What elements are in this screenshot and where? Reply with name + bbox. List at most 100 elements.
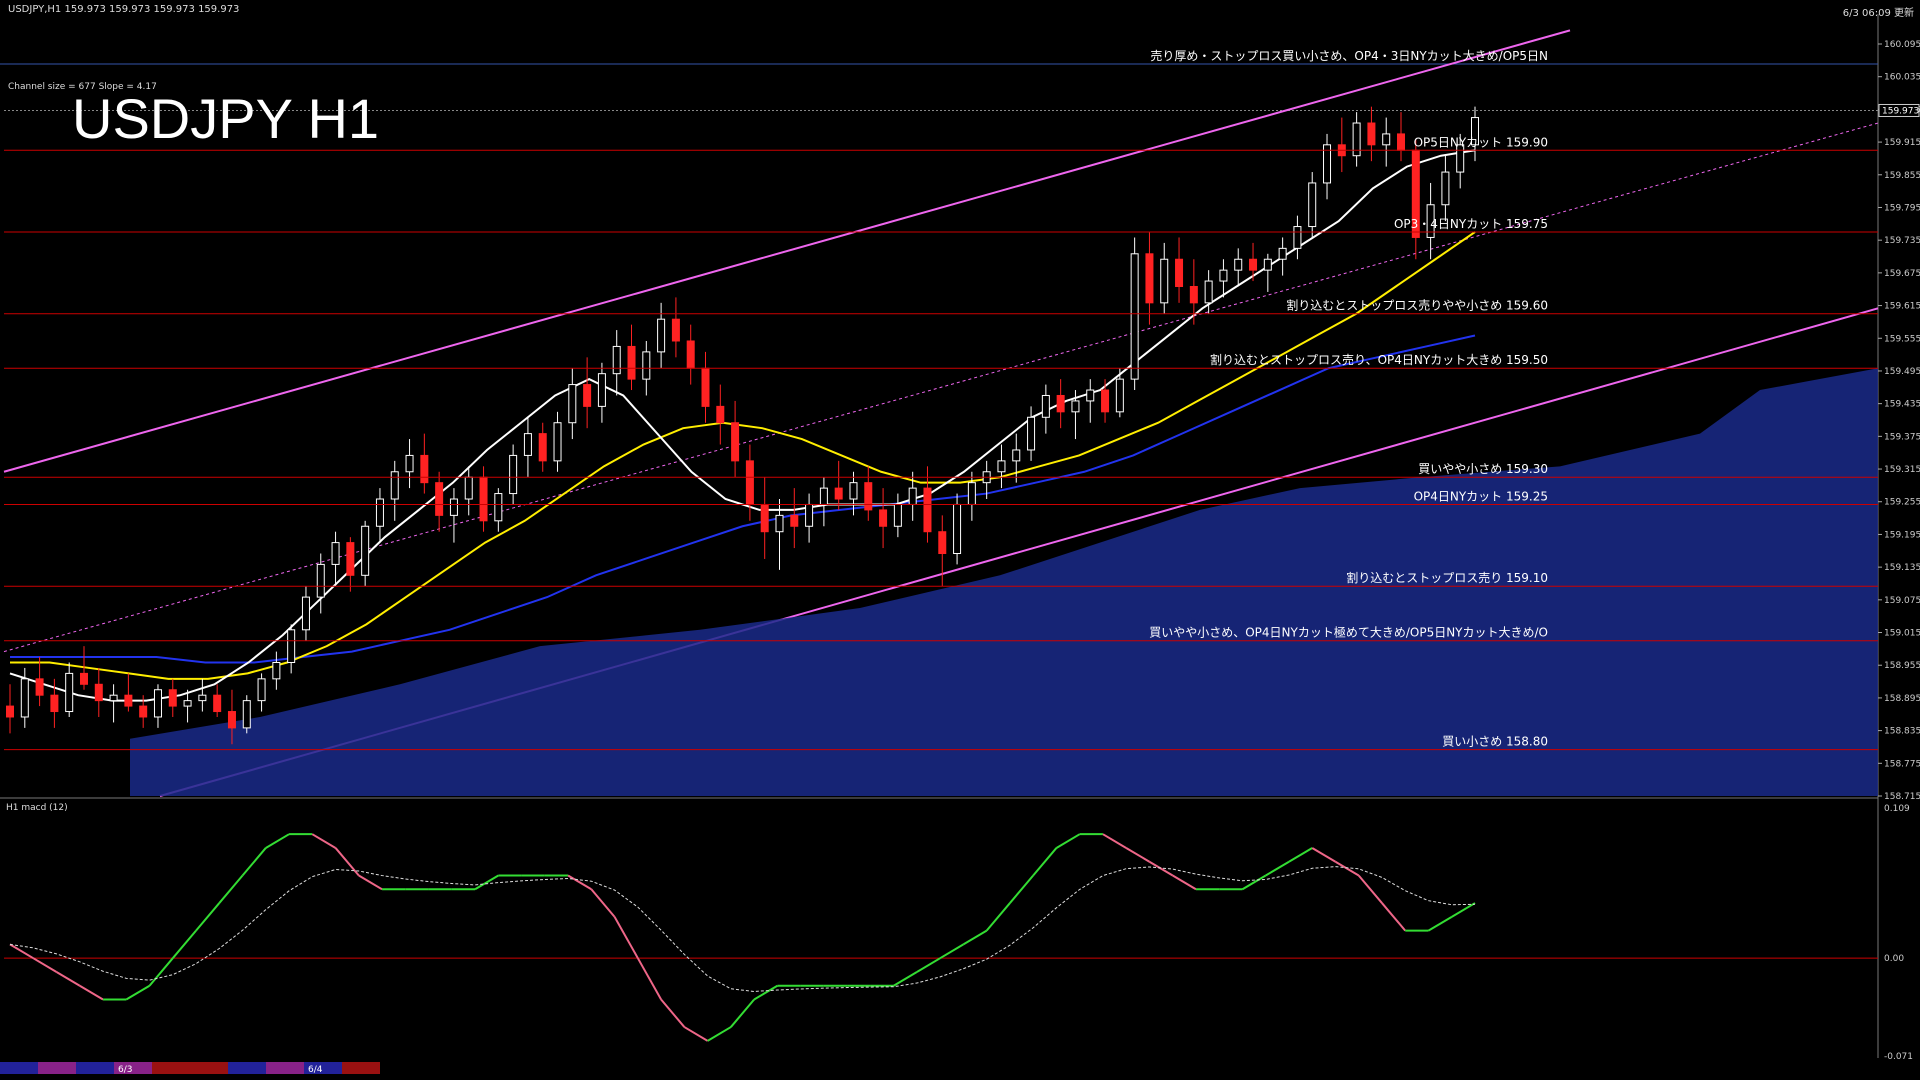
y-tick-label: 159.555 — [1884, 334, 1920, 344]
symbol-info: USDJPY,H1 159.973 159.973 159.973 159.97… — [8, 4, 240, 15]
candle-body — [1382, 133, 1391, 146]
candle-body — [1130, 253, 1139, 380]
level-label: 買いやや小さめ、OP4日NYカット極めて大きめ/OP5日NYカット大きめ/O — [1149, 625, 1548, 640]
candle-body — [1027, 416, 1036, 451]
macd-tick-label: -0.071 — [1884, 1052, 1913, 1062]
candle-body — [1041, 394, 1050, 418]
candle-body — [242, 700, 251, 729]
level-label: 割り込むとストップロス売り、OP4日NYカット大きめ 159.50 — [1210, 352, 1548, 367]
y-tick-label: 159.315 — [1884, 465, 1920, 475]
candle-body — [183, 700, 192, 707]
candle-body — [227, 711, 236, 729]
candle-body — [1263, 258, 1272, 271]
candle-body — [1397, 133, 1406, 151]
candle-body — [627, 345, 636, 380]
candle-body — [716, 405, 725, 424]
current-price-label: 159.973 — [1882, 106, 1919, 116]
candle-body — [198, 694, 207, 702]
candle-body — [597, 373, 606, 407]
candle-body — [938, 531, 947, 555]
y-tick-label: 158.715 — [1884, 792, 1920, 802]
candle-body — [435, 482, 444, 516]
candle-body — [6, 705, 14, 718]
candle-body — [642, 351, 651, 380]
candle-body — [701, 367, 710, 407]
candle-body — [139, 705, 148, 718]
candle-body — [479, 476, 488, 522]
indicator-label: H1 macd (12) — [6, 803, 68, 813]
candle-body — [1115, 378, 1124, 413]
level-label: 割り込むとストップロス売りやや小さめ 159.60 — [1286, 298, 1548, 313]
candle-body — [612, 345, 621, 375]
y-tick-label: 158.955 — [1884, 661, 1920, 671]
candle-body — [301, 596, 310, 631]
candle-body — [1160, 258, 1169, 304]
chart-canvas: OP5日NYカット 159.90 OP3・4日NYカット 159.75 割り込むとス… — [0, 0, 1920, 1080]
y-tick-label: 159.855 — [1884, 171, 1920, 181]
candle-body — [1367, 122, 1376, 146]
y-tick-label: 159.915 — [1884, 138, 1920, 148]
candle-body — [405, 454, 414, 473]
candle-body — [331, 542, 340, 565]
candle-body — [1441, 171, 1450, 206]
candle-body — [583, 384, 592, 407]
candle-body — [1219, 269, 1228, 282]
candle-body — [879, 509, 888, 527]
candle-body — [316, 563, 325, 598]
date-bar-segment — [228, 1062, 266, 1074]
y-tick-label: 159.435 — [1884, 400, 1920, 410]
candle-body — [20, 678, 29, 718]
candle-body — [65, 672, 74, 713]
y-tick-label: 158.775 — [1884, 759, 1920, 769]
candle-body — [790, 514, 799, 527]
candle-body — [1012, 449, 1021, 462]
candle-body — [346, 542, 355, 576]
level-label: OP3・4日NYカット 159.75 — [1394, 217, 1548, 231]
candle-body — [1234, 258, 1243, 271]
candle-body — [671, 318, 680, 342]
candle-body — [686, 340, 695, 369]
candle-body — [153, 689, 162, 718]
candle-body — [464, 476, 473, 500]
candle-body — [553, 422, 562, 462]
candle-body — [568, 384, 577, 424]
level-label: 買いやや小さめ 159.30 — [1418, 462, 1548, 476]
candle-body — [1086, 389, 1095, 402]
candle-body — [731, 422, 740, 462]
y-tick-label: 159.015 — [1884, 629, 1920, 639]
candle-body — [361, 525, 370, 576]
candle-body — [967, 482, 976, 505]
candle-body — [523, 433, 532, 456]
y-tick-label: 159.195 — [1884, 530, 1920, 540]
candle-body — [1293, 226, 1302, 249]
candle-body — [1175, 258, 1184, 287]
chart-title: USDJPY H1 — [72, 87, 380, 150]
macd-tick-label: 0.00 — [1884, 954, 1904, 964]
candle-body — [1352, 122, 1361, 157]
candle-body — [35, 678, 44, 696]
candle-body — [390, 471, 399, 500]
y-tick-label: 158.895 — [1884, 694, 1920, 704]
candle-body — [805, 503, 814, 527]
candle-body — [509, 454, 518, 495]
candle-body — [109, 694, 118, 702]
candle-body — [908, 487, 917, 505]
y-tick-label: 158.835 — [1884, 727, 1920, 737]
date-bar-segment — [342, 1062, 380, 1074]
candle-body — [1189, 285, 1198, 304]
candle-body — [657, 318, 666, 353]
y-tick-label: 159.075 — [1884, 596, 1920, 606]
candle-body — [819, 487, 828, 505]
y-tick-label: 159.615 — [1884, 302, 1920, 312]
candle-body — [494, 493, 503, 522]
y-tick-label: 160.095 — [1884, 40, 1920, 50]
candle-body — [1071, 400, 1080, 413]
level-label: OP4日NYカット 159.25 — [1414, 489, 1548, 503]
candle-body — [745, 460, 754, 505]
candle-body — [923, 487, 932, 533]
candle-body — [375, 498, 384, 527]
candle-body — [760, 503, 769, 533]
candle-body — [834, 487, 843, 500]
candle-body — [893, 503, 902, 527]
level-label: OP5日NYカット 159.90 — [1414, 135, 1548, 149]
